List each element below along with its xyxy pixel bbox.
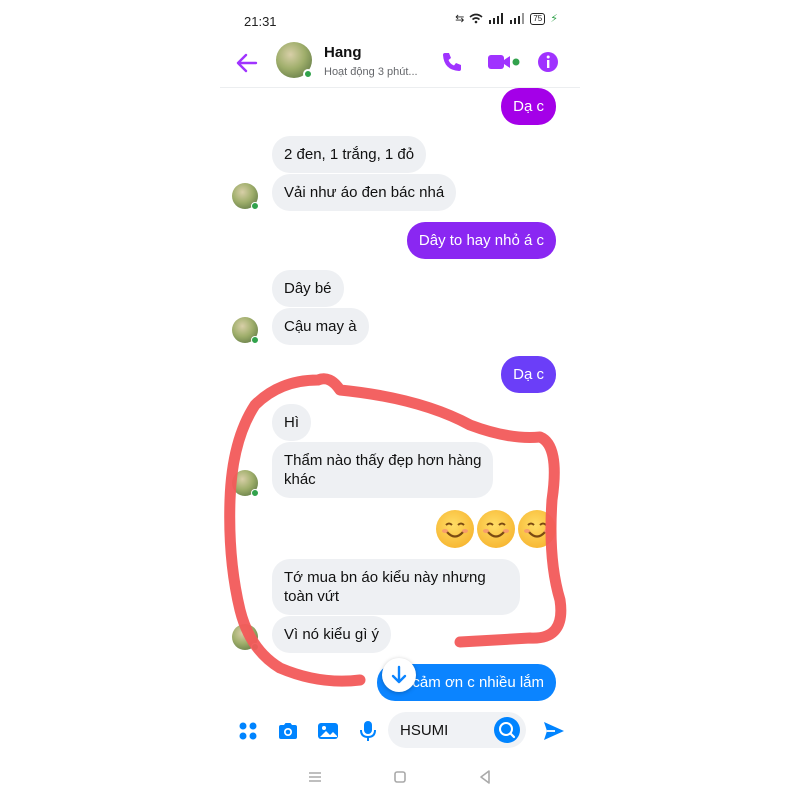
incoming-message[interactable]: 2 đen, 1 trắng, 1 đỏ <box>272 136 427 173</box>
online-indicator <box>303 69 313 79</box>
outgoing-message[interactable]: Dạ c <box>501 356 556 393</box>
incoming-message[interactable]: Vì nó kiểu gì ý <box>272 616 392 653</box>
scroll-down-button[interactable] <box>382 658 416 692</box>
contact-avatar-small <box>232 624 259 651</box>
online-indicator <box>251 489 259 497</box>
back-arrow-icon[interactable] <box>234 50 260 76</box>
emoji-button[interactable] <box>494 717 520 743</box>
contact-avatar-small <box>232 470 259 497</box>
gallery-icon[interactable] <box>316 719 340 743</box>
online-indicator <box>251 643 259 651</box>
menu-dots-icon[interactable] <box>236 719 260 743</box>
status-time: 21:31 <box>244 14 277 29</box>
outgoing-message[interactable]: Dây to hay nhỏ á c <box>406 222 556 259</box>
home-icon[interactable] <box>391 768 409 786</box>
microphone-icon[interactable] <box>356 719 380 743</box>
status-bar: 21:31 ⇆ 75 ⚡ <box>220 0 580 40</box>
message-composer <box>220 706 580 756</box>
signal-icon <box>510 13 525 24</box>
wifi-icon <box>469 13 483 24</box>
smiling-emoji-icon <box>477 510 515 548</box>
incoming-message[interactable]: Thẩm nào thấy đẹp hơn hàng khác <box>272 442 494 498</box>
message-line: khác <box>284 471 316 488</box>
smiling-emoji-icon <box>436 510 474 548</box>
signal-icon <box>489 13 504 24</box>
info-icon[interactable] <box>536 50 560 74</box>
contact-status: Hoạt động 3 phút... <box>324 66 418 78</box>
incoming-message[interactable]: Hì <box>272 404 311 441</box>
charging-icon: ⚡ <box>550 13 558 25</box>
online-indicator <box>251 202 259 210</box>
conversation-header: Hang Hoạt động 3 phút... <box>220 40 580 88</box>
outgoing-message[interactable]: Dạ c <box>501 88 556 125</box>
contact-name[interactable]: Hang <box>324 44 362 61</box>
messenger-screen: 21:31 ⇆ 75 ⚡ Hang Hoạt động 3 phút... Dạ… <box>220 0 580 800</box>
status-icons: ⇆ 75 ⚡ <box>455 12 558 25</box>
send-icon[interactable] <box>542 719 566 743</box>
message-line: Thẩm nào thấy đẹp hơn hàng <box>284 452 482 469</box>
incoming-message[interactable]: Tớ mua bn áo kiểu này nhưng toàn vứt <box>272 559 520 615</box>
recent-apps-icon[interactable] <box>306 768 324 786</box>
camera-icon[interactable] <box>276 719 300 743</box>
system-navigation-bar <box>220 762 580 792</box>
smiling-emoji-icon <box>518 510 556 548</box>
phone-icon[interactable] <box>440 50 464 74</box>
incoming-message[interactable]: Dây bé <box>272 270 344 307</box>
incoming-message[interactable]: Vải như áo đen bác nhá <box>272 174 457 211</box>
back-nav-icon[interactable] <box>476 768 494 786</box>
vibrate-icon: ⇆ <box>455 13 465 25</box>
scroll-down-icon <box>391 665 407 684</box>
incoming-message[interactable]: Cậu may à <box>272 308 369 345</box>
contact-avatar-small <box>232 183 259 210</box>
online-indicator <box>251 336 259 344</box>
contact-avatar[interactable] <box>276 42 313 79</box>
battery-icon: 75 <box>530 12 546 25</box>
emoji-icon <box>499 722 516 739</box>
video-icon[interactable] <box>486 50 520 74</box>
contact-avatar-small <box>232 317 259 344</box>
